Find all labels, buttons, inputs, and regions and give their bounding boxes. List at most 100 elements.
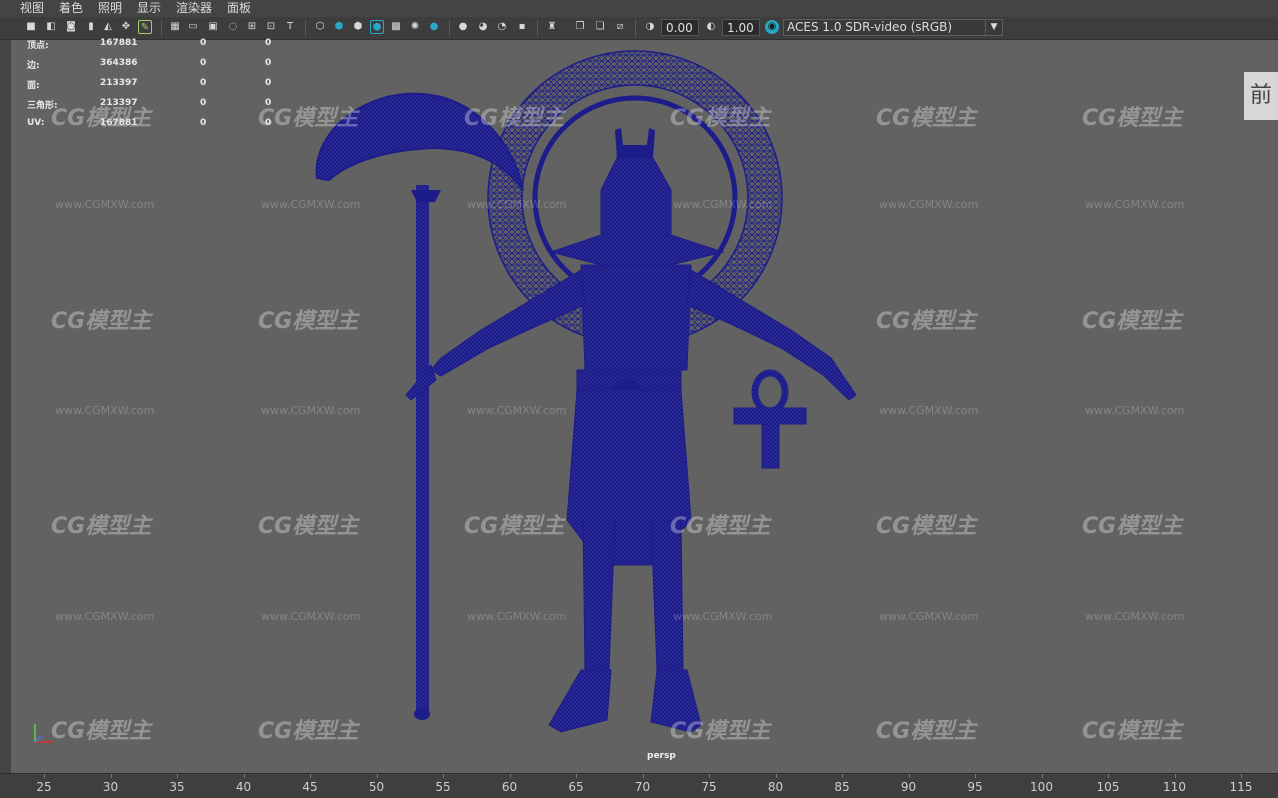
ruler-tick-label: 105: [1096, 780, 1120, 794]
ruler-tick-mark: [44, 774, 45, 778]
stats-value: 0: [265, 38, 272, 48]
ruler-tick-label: 45: [302, 780, 318, 794]
stats-value: 0: [265, 98, 272, 108]
ruler-tick-label: 95: [967, 780, 983, 794]
ruler-tick-label: 110: [1163, 780, 1186, 794]
ruler-tick-label: 25: [36, 780, 52, 794]
watermark-logo: CG模型主: [876, 514, 977, 539]
ruler-tick-label: 50: [368, 780, 385, 794]
ambient-occlusion-icon[interactable]: ●: [456, 20, 470, 34]
shadows-icon[interactable]: ●: [427, 20, 441, 34]
ruler-tick-label: 30: [102, 780, 119, 794]
ankh-mesh[interactable]: [733, 369, 807, 469]
safe-title-icon[interactable]: T: [283, 20, 297, 34]
camera-label: persp: [647, 751, 676, 761]
watermark-url: www.CGMXW.com: [55, 610, 155, 623]
view-cube-front[interactable]: 前: [1244, 72, 1278, 120]
menu-view[interactable]: 视图: [20, 0, 44, 16]
film-gate-icon[interactable]: ▭: [186, 20, 200, 34]
grid-icon[interactable]: ▦: [168, 20, 182, 34]
toolbar-divider: [161, 20, 162, 36]
watermark-logo: CG模型主: [1082, 514, 1183, 539]
anti-aliasing-icon[interactable]: ◔: [495, 20, 509, 34]
watermark-url: www.CGMXW.com: [673, 198, 773, 211]
bookmark-icon[interactable]: ▮: [84, 20, 98, 34]
ruler-tick-mark: [775, 774, 777, 778]
stats-value: 0: [200, 58, 207, 68]
2d-pan-icon[interactable]: ✥: [119, 20, 133, 34]
ruler-tick-mark: [1108, 774, 1109, 778]
xray-joints-icon[interactable]: ❏: [593, 20, 607, 34]
toolbar-divider: [537, 20, 538, 36]
depth-of-field-icon[interactable]: ▪: [515, 20, 529, 34]
color-space-dropdown[interactable]: ACES 1.0 SDR-video (sRGB) ▼: [783, 19, 1003, 36]
menu-panels[interactable]: 面板: [227, 0, 251, 16]
stats-label: UV:: [27, 118, 45, 128]
wireframe-on-shaded-icon[interactable]: ⬢: [351, 20, 365, 34]
camera-attr-icon[interactable]: ◧: [44, 20, 58, 34]
ruler-tick-label: 70: [634, 780, 651, 794]
ruler-tick-mark: [110, 774, 112, 778]
stats-value: 213397: [100, 98, 138, 108]
lights-bulb-icon[interactable]: ✺: [408, 20, 422, 34]
stats-value: 0: [200, 98, 207, 108]
gate-mask-icon[interactable]: ◌: [226, 20, 240, 34]
gamma-icon[interactable]: ◐: [704, 20, 718, 34]
menu-shading[interactable]: 着色: [59, 0, 83, 16]
chevron-down-icon[interactable]: ▼: [985, 20, 1002, 35]
3d-viewport[interactable]: CG模型主 CG模型主 CG模型主 CG模型主 CG模型主 CG模型主 www.…: [11, 40, 1278, 773]
time-slider-ruler[interactable]: 25 30 35 40 45 50 55 60 65 70 75 80 85 90 95 100 105 110 1…: [0, 773, 1278, 798]
panel-toolbar: ■ ◧ ◙ ▮ ◭ ✥ ✎ ▦ ▭ ▣ ◌ ⊞ ⊡ T ⬡ ⬢ ⬢ ⬢ ▩ ✺ …: [0, 17, 1278, 40]
camera-select-icon[interactable]: ■: [24, 20, 38, 34]
smooth-shade-icon[interactable]: ⬢: [332, 20, 346, 34]
camera-lock-icon[interactable]: ◙: [64, 20, 78, 34]
stats-value: 0: [265, 58, 272, 68]
panel-left-edge: [0, 40, 11, 773]
xray-active-icon[interactable]: ⧄: [613, 20, 627, 34]
watermark-url: www.CGMXW.com: [467, 404, 567, 417]
ruler-tick-mark: [642, 774, 644, 778]
watermark-url: www.CGMXW.com: [467, 198, 567, 211]
ruler-tick-mark: [1174, 774, 1176, 778]
ruler-tick-mark: [908, 774, 910, 778]
menu-renderer[interactable]: 渲染器: [176, 0, 212, 16]
isolate-select-icon[interactable]: ♜: [545, 20, 559, 34]
exposure-icon[interactable]: ◑: [643, 20, 657, 34]
anubis-figure-mesh[interactable]: [405, 128, 857, 733]
watermark-url: www.CGMXW.com: [261, 610, 361, 623]
gamma-field[interactable]: 1.00: [722, 19, 760, 36]
image-plane-icon[interactable]: ◭: [101, 20, 115, 34]
menu-show[interactable]: 显示: [137, 0, 161, 16]
stats-value: 0: [200, 118, 207, 128]
watermark-logo: CG模型主: [670, 719, 771, 744]
view-transform-icon[interactable]: ◉: [765, 20, 779, 34]
menu-lighting[interactable]: 照明: [98, 0, 122, 16]
watermark-logo: CG模型主: [51, 719, 152, 744]
watermark-url: www.CGMXW.com: [261, 198, 361, 211]
textured-icon[interactable]: ⬢: [370, 20, 384, 34]
resolution-gate-icon[interactable]: ▣: [206, 20, 220, 34]
field-chart-icon[interactable]: ⊞: [245, 20, 259, 34]
ruler-tick-label: 40: [235, 780, 252, 794]
ruler-tick-mark: [243, 774, 245, 778]
toolbar-divider: [449, 20, 450, 36]
grease-pencil-icon[interactable]: ✎: [138, 20, 152, 34]
safe-action-icon[interactable]: ⊡: [264, 20, 278, 34]
ruler-tick-label: 80: [767, 780, 784, 794]
motion-blur-icon[interactable]: ◕: [476, 20, 490, 34]
ruler-tick-mark: [842, 774, 843, 778]
lights-icon[interactable]: ▩: [389, 20, 403, 34]
watermark-url: www.CGMXW.com: [1085, 404, 1185, 417]
watermark-logo: CG模型主: [1082, 309, 1183, 334]
ruler-tick-label: 55: [435, 780, 451, 794]
ruler-tick-mark: [975, 774, 976, 778]
ruler-tick-mark: [576, 774, 577, 778]
watermark-logo: CG模型主: [876, 719, 977, 744]
xray-icon[interactable]: ❐: [573, 20, 587, 34]
ruler-tick-mark: [177, 774, 178, 778]
ruler-tick-mark: [1241, 774, 1242, 778]
exposure-field[interactable]: 0.00: [661, 19, 699, 36]
ruler-tick-label: 90: [900, 780, 917, 794]
ruler-tick-mark: [376, 774, 378, 778]
wireframe-icon[interactable]: ⬡: [313, 20, 327, 34]
